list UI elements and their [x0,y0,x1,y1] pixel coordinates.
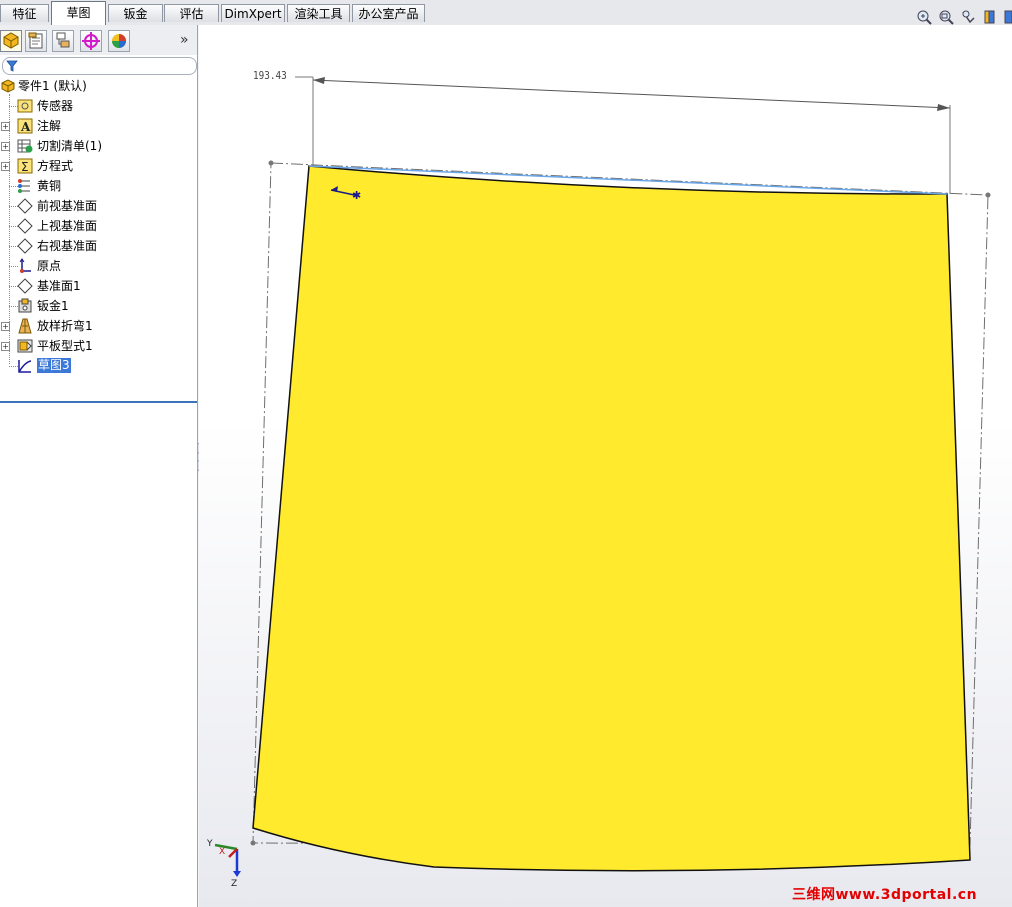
feature-tree-icon [3,32,19,49]
appearance-icon [112,34,126,48]
feature-manager-panel: » 零件1 (默认) 传感器 + A 注解 + 切割清单(1) + Σ 方程式 … [0,25,198,907]
command-manager-tabs: 特征 草图 钣金 评估 DimXpert 渲染工具 办公室产品 [0,0,1012,25]
plane-icon [17,218,33,234]
svg-text:A: A [20,120,31,134]
dimxpert-manager-tab[interactable] [80,30,102,52]
sketch-point[interactable] [268,160,274,166]
sketch-point[interactable] [250,840,256,846]
triad-y-label: Y [207,839,213,849]
loft-bend-icon [18,318,32,334]
tree-label: 上视基准面 [37,219,98,233]
tab-dimxpert[interactable]: DimXpert [221,4,285,22]
tab-sheet-metal[interactable]: 钣金 [108,4,163,22]
zoom-to-fit-icon[interactable] [917,10,932,25]
sketch-icon [18,360,32,373]
tree-label: 原点 [37,259,62,273]
tree-label: 基准面1 [37,279,81,293]
zoom-to-area-icon[interactable] [939,10,954,25]
tree-label: 钣金1 [37,299,69,313]
section-view-icon[interactable] [984,10,995,24]
tree-label: 右视基准面 [37,239,98,253]
cutlist-icon [17,139,33,153]
configuration-icon [56,32,70,48]
tree-label: 黄铜 [37,179,62,193]
expand-icon[interactable]: + [1,322,10,331]
sensor-icon [17,99,33,113]
tree-label: 平板型式1 [37,339,93,353]
previous-view-icon[interactable] [962,10,975,24]
expand-icon[interactable]: + [1,162,10,171]
part-icon [1,79,15,93]
view-orientation-icon[interactable] [1004,10,1012,24]
tree-label: 零件1 (默认) [18,79,87,93]
panel-tab-bar: » [0,25,197,55]
svg-text:Σ: Σ [21,160,29,174]
sketch-point[interactable] [985,192,991,198]
material-icon [18,179,30,193]
origin-icon [19,258,31,273]
tab-features[interactable]: 特征 [0,4,49,22]
tree-filter-input[interactable] [2,57,197,75]
tab-office-products[interactable]: 办公室产品 [352,4,425,22]
plane-icon [17,198,33,214]
watermark: 三维网www.3dportal.cn [792,887,978,903]
dimension-arrow-right [937,104,950,111]
panel-expand-button[interactable]: » [180,32,189,48]
annotation-icon: A [17,118,33,134]
sketch-canvas: ✱ [214,76,991,877]
display-manager-tab[interactable] [108,30,130,52]
sheet-face[interactable] [252,165,971,872]
tree-label-selected: 草图3 [37,358,71,373]
tree-label: 方程式 [37,159,74,173]
expand-icon[interactable]: + [1,142,10,151]
dimension-value[interactable]: 193.43 [253,69,287,82]
tab-sketch[interactable]: 草图 [51,1,106,25]
tab-evaluate[interactable]: 评估 [164,4,219,22]
expand-icon[interactable]: + [1,342,10,351]
plane-icon [17,278,33,294]
dimension-line[interactable] [312,79,951,109]
triad-x-label: X [219,847,226,857]
relation-icon: ✱ [352,189,361,202]
filter-icon [6,60,18,72]
triad-z-label: Z [231,879,238,889]
sheetmetal-icon [18,298,32,313]
dimension-arrow-left [313,77,325,84]
tree-label: 注解 [37,119,62,133]
expand-icon[interactable]: + [1,122,10,131]
tree-label: 放样折弯1 [37,319,93,333]
property-icon [28,32,43,49]
plane-icon [17,238,33,254]
rollback-bar[interactable] [0,401,197,403]
property-manager-tab[interactable] [25,30,47,52]
tree-label: 传感器 [37,99,74,113]
flat-pattern-icon [17,339,33,353]
tree-label: 前视基准面 [37,199,98,213]
tab-render-tools[interactable]: 渲染工具 [287,4,350,22]
equation-icon: Σ [17,158,33,174]
feature-manager-tab[interactable] [0,30,22,52]
crosshair-icon [82,32,100,50]
configuration-manager-tab[interactable] [52,30,74,52]
tree-label: 切割清单(1) [37,139,102,153]
